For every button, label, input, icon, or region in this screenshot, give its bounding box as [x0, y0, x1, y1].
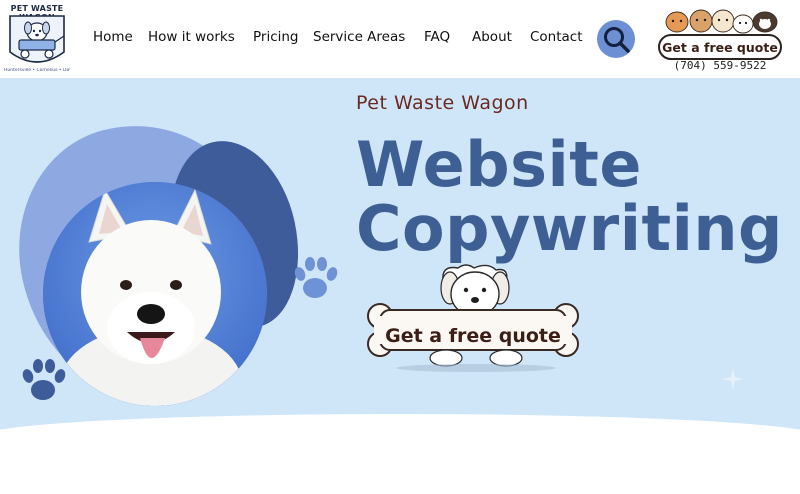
nav-pricing[interactable]: Pricing — [253, 29, 299, 45]
hero-dog-photo — [43, 182, 267, 406]
header-quote-label: Get a free quote — [662, 40, 778, 55]
hero-quote-label: Get a free quote — [385, 325, 561, 347]
logo-wagon-dog-icon — [9, 15, 65, 63]
nav-service-areas[interactable]: Service Areas — [313, 29, 405, 45]
search-button[interactable] — [597, 20, 635, 58]
hero-bottom-wave — [0, 414, 800, 494]
site-logo[interactable]: PET WASTE WAGON Huntersville • Cornelius… — [4, 2, 70, 76]
dog-group-icon — [665, 9, 778, 34]
hero-brand-name: Pet Waste Wagon — [356, 92, 529, 114]
nav-faq[interactable]: FAQ — [424, 29, 450, 45]
hero-headline-line2: Copywriting — [356, 192, 783, 265]
search-icon — [604, 27, 630, 53]
site-header: PET WASTE WAGON Huntersville • Cornelius… — [0, 0, 800, 78]
nav-how-it-works[interactable]: How it works — [148, 29, 235, 45]
paw-print-icon — [294, 257, 338, 298]
nav-about[interactable]: About — [472, 29, 512, 45]
hero-headline-line1: Website — [356, 128, 642, 201]
hero-section: Pet Waste Wagon Website Copywriting Get … — [0, 78, 800, 494]
header-quote-block: Get a free quote (704) 559-9522 — [655, 4, 785, 74]
header-phone-link[interactable]: (704) 559-9522 — [655, 59, 785, 72]
dog-holding-bone-icon — [367, 264, 579, 372]
hero-quote-button[interactable]: Get a free quote — [366, 264, 580, 374]
header-quote-button[interactable]: Get a free quote — [658, 34, 782, 60]
sparkle-icon — [722, 368, 744, 390]
nav-contact[interactable]: Contact — [530, 29, 583, 45]
white-dog-image — [43, 182, 267, 406]
paw-print-icon — [22, 359, 66, 400]
logo-tagline: Huntersville • Cornelius • Davidson — [4, 68, 70, 73]
nav-home[interactable]: Home — [93, 29, 133, 45]
